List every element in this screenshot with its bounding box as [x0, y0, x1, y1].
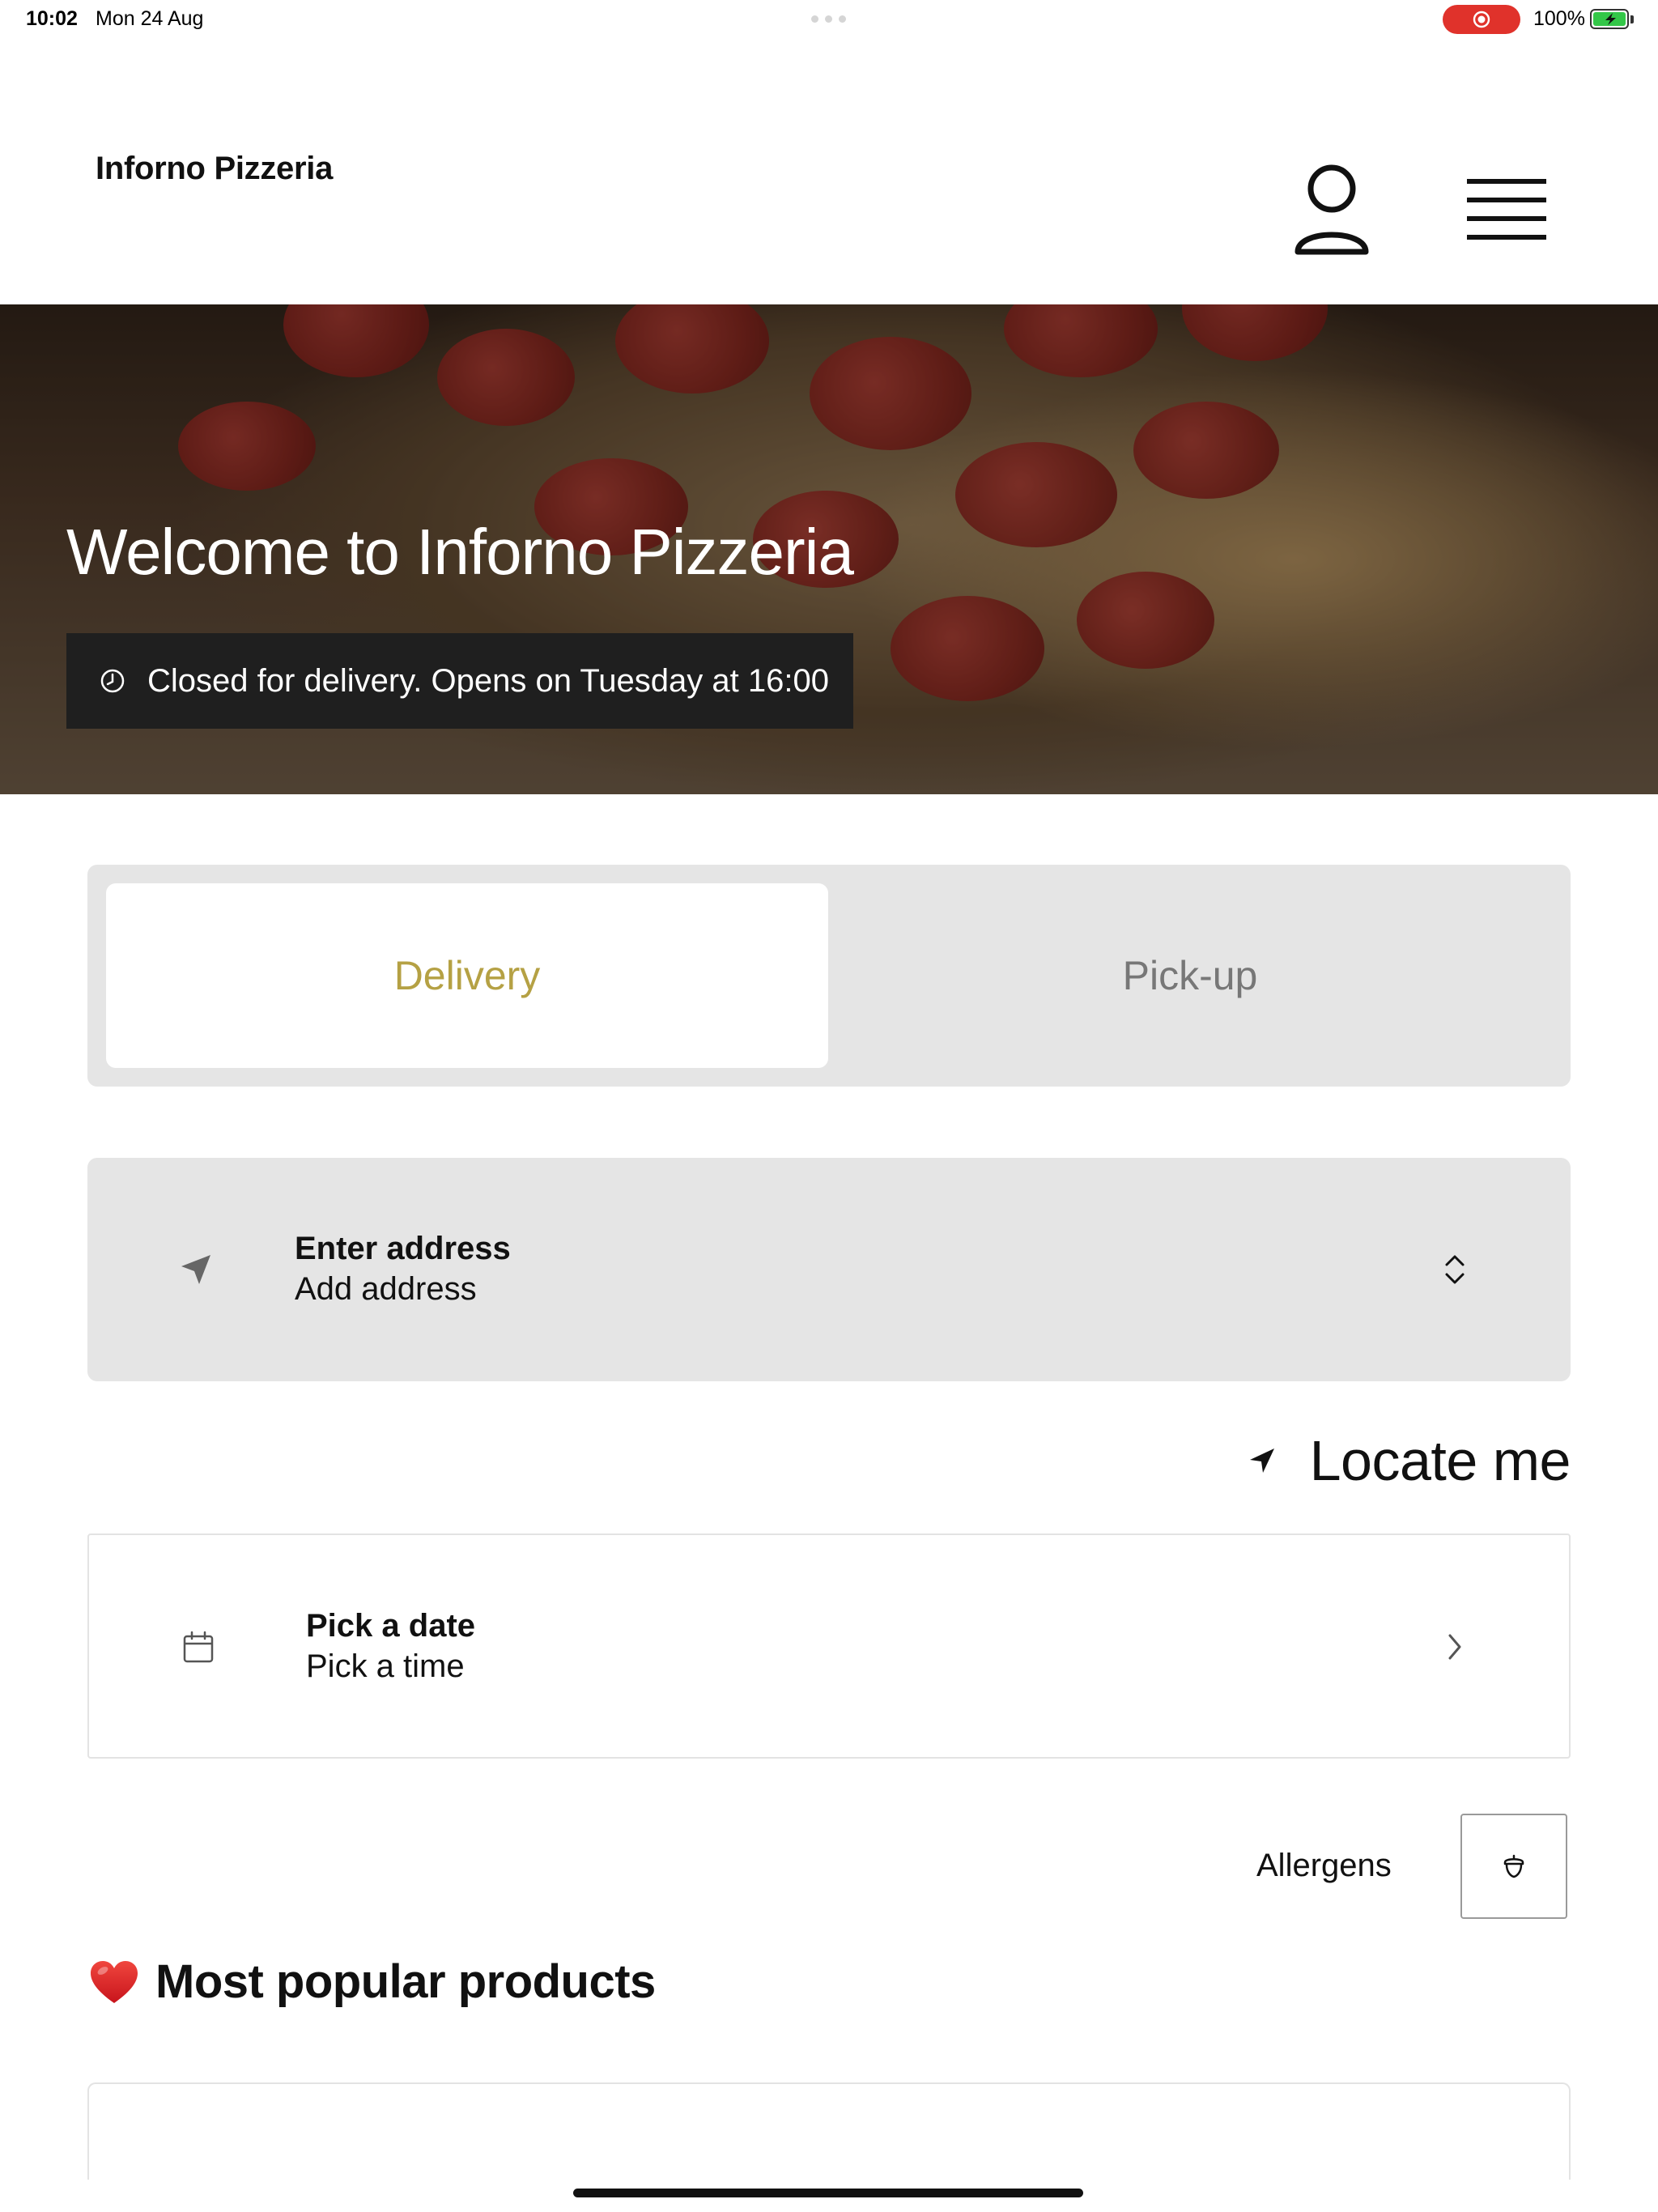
allergens-button[interactable] [1460, 1814, 1567, 1919]
menu-button[interactable] [1464, 175, 1553, 248]
calendar-icon [183, 1631, 214, 1663]
closed-status-text: Closed for delivery. Opens on Tuesday at… [147, 662, 829, 699]
chevron-right-icon [1448, 1634, 1461, 1660]
date-title: Pick a date [306, 1608, 476, 1644]
heart-icon [91, 1960, 138, 2003]
tab-pickup[interactable]: Pick-up [828, 883, 1552, 1068]
tab-delivery[interactable]: Delivery [106, 883, 828, 1068]
closed-status-banner: Closed for delivery. Opens on Tuesday at… [66, 633, 853, 729]
allergens-label: Allergens [1256, 1848, 1392, 1883]
hero-title: Welcome to Inforno Pizzeria [66, 516, 854, 588]
chevron-up-down-icon [1445, 1255, 1465, 1284]
location-arrow-icon [1249, 1448, 1274, 1473]
hero-banner: Welcome to Inforno Pizzeria Closed for d… [0, 304, 1658, 794]
status-bar: 10:02 Mon 24 Aug 100% [0, 0, 1658, 39]
battery-tip [1630, 15, 1634, 23]
locate-me-label: Locate me [1309, 1429, 1571, 1492]
address-subtitle: Add address [295, 1271, 477, 1307]
clock-icon [100, 669, 125, 693]
hamburger-menu-icon [1467, 179, 1546, 240]
battery-icon [1590, 9, 1629, 29]
popular-products-heading: Most popular products [89, 1955, 656, 2009]
address-selector[interactable]: Enter address Add address [87, 1158, 1571, 1381]
time-subtitle: Pick a time [306, 1648, 465, 1684]
screen-recording-icon[interactable] [1443, 5, 1520, 34]
date-time-picker[interactable]: Pick a date Pick a time [87, 1534, 1571, 1759]
status-time: 10:02 [26, 7, 78, 30]
profile-button[interactable] [1291, 164, 1372, 257]
navigation-arrow-icon [181, 1255, 210, 1284]
status-date: Mon 24 Aug [96, 7, 204, 30]
brand-title[interactable]: Inforno Pizzeria [96, 151, 333, 187]
home-indicator[interactable] [573, 2189, 1083, 2197]
address-title: Enter address [295, 1231, 511, 1266]
multitasking-dots-icon[interactable] [811, 15, 846, 23]
locate-me-button[interactable]: Locate me [1244, 1427, 1571, 1495]
popular-products-title: Most popular products [155, 1955, 656, 2008]
order-type-tabs: Delivery Pick-up [87, 865, 1571, 1087]
person-icon [1295, 164, 1369, 255]
battery-percentage: 100% [1533, 7, 1585, 30]
app-header: Inforno Pizzeria [0, 39, 1658, 304]
acorn-icon [1503, 1854, 1524, 1878]
